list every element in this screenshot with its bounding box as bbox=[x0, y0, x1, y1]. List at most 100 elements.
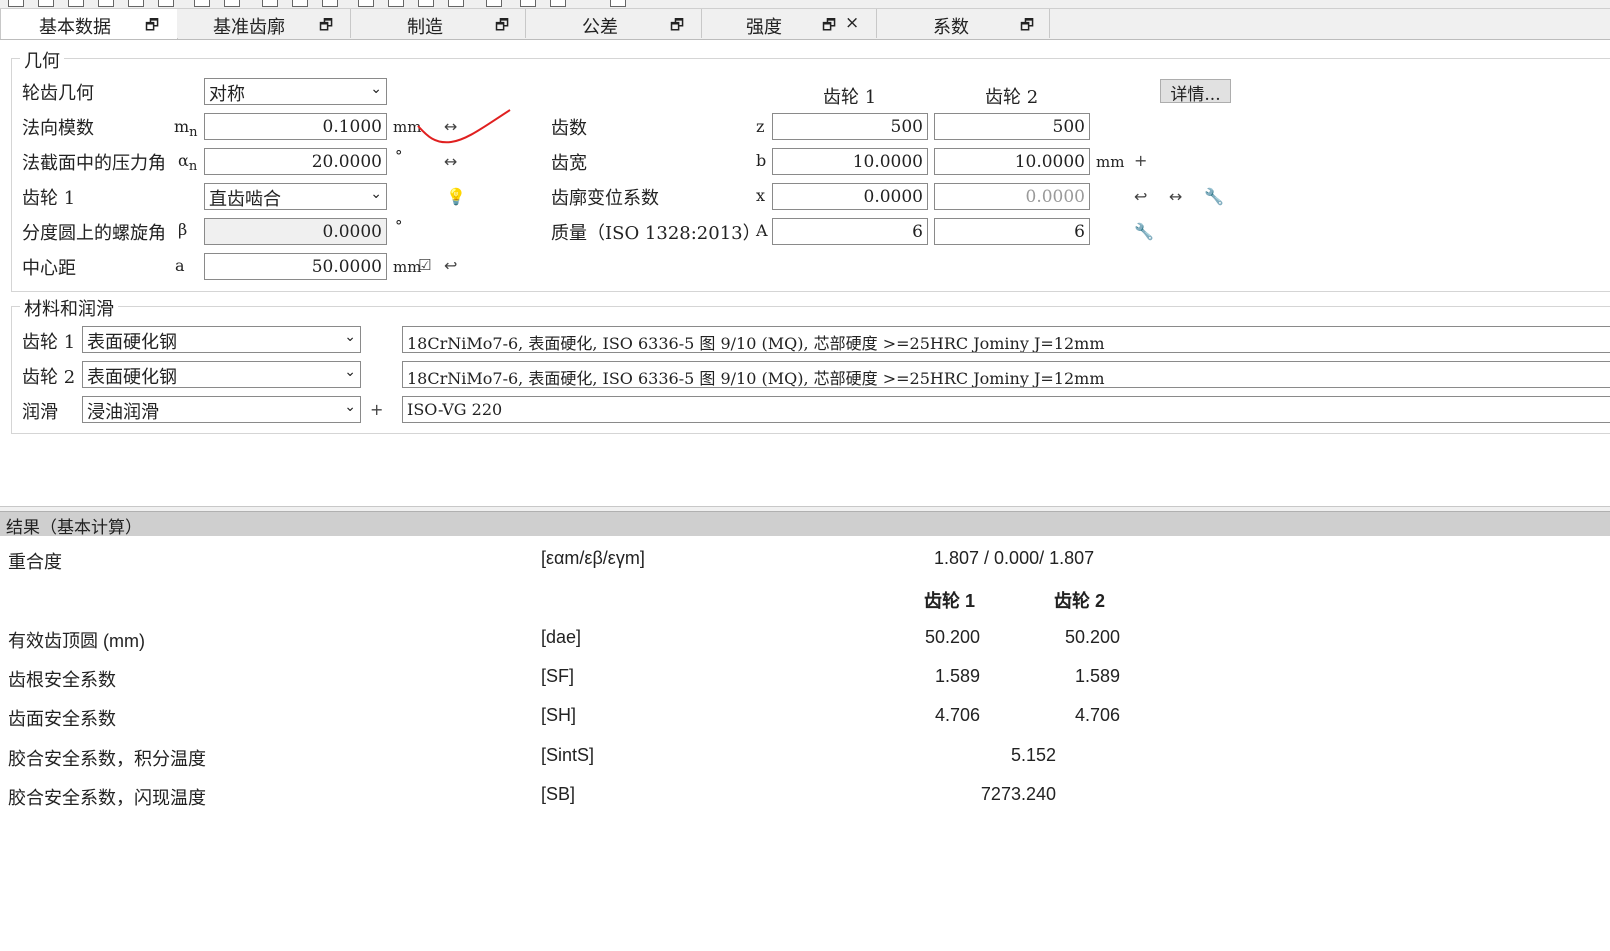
results-header: 结果（基本计算） bbox=[0, 511, 1610, 538]
quality-symbol: A bbox=[756, 221, 768, 240]
face-width-gear2-input[interactable]: 10.0000 bbox=[934, 148, 1090, 175]
annotation-path bbox=[417, 109, 511, 144]
toolbar-button[interactable] bbox=[68, 0, 84, 7]
restore-icon[interactable]: 🗗 bbox=[1020, 15, 1034, 40]
lubricant-field[interactable]: ISO-VG 220 bbox=[402, 396, 1610, 423]
tab-tolerances[interactable]: 公差 🗗 bbox=[526, 9, 702, 38]
lubrication-label: 润滑 bbox=[22, 402, 58, 423]
tooth-geometry-value: 对称 bbox=[209, 84, 245, 105]
quality-label: 质量（ISO 1328:2013） bbox=[551, 223, 761, 244]
tab-strength[interactable]: 强度 🗗 × bbox=[702, 9, 877, 38]
toolbar-button[interactable] bbox=[38, 0, 54, 7]
checkbox-icon[interactable]: ☑ bbox=[418, 256, 431, 274]
tooth-geometry-select[interactable]: 对称 ⌄ bbox=[204, 78, 387, 105]
helix-angle-input[interactable]: 0.0000 bbox=[204, 218, 387, 245]
root-safety-gear1: 1.589 bbox=[934, 666, 980, 686]
scuffing-flash-label: 胶合安全系数，闪现温度 bbox=[8, 788, 206, 808]
toolbar-button[interactable] bbox=[550, 0, 566, 7]
quality-gear1-input[interactable]: 6 bbox=[772, 218, 928, 245]
wrench-icon[interactable]: 🔧 bbox=[1134, 222, 1154, 241]
toolbar-button[interactable] bbox=[262, 0, 278, 7]
teeth-count-symbol: z bbox=[756, 117, 765, 136]
teeth-gear1-input[interactable]: 500 bbox=[772, 113, 928, 140]
gear1-mesh-select[interactable]: 直齿啮合 ⌄ bbox=[204, 183, 387, 210]
toolbar-button[interactable] bbox=[322, 0, 338, 7]
toolbar-button[interactable] bbox=[388, 0, 404, 7]
profile-shift-gear1-input[interactable]: 0.0000 bbox=[772, 183, 928, 210]
profile-shift-gear2-input[interactable]: 0.0000 bbox=[934, 183, 1090, 210]
chevron-down-icon: ⌄ bbox=[344, 364, 356, 380]
normal-module-label: 法向模数 bbox=[22, 118, 94, 139]
toolbar-button[interactable] bbox=[610, 0, 626, 7]
quality-gear2-input[interactable]: 6 bbox=[934, 218, 1090, 245]
face-width-label: 齿宽 bbox=[551, 153, 587, 174]
toolbar-button[interactable] bbox=[520, 0, 536, 7]
toolbar-button[interactable] bbox=[448, 0, 464, 7]
pressure-angle-symbol: αn bbox=[178, 151, 198, 175]
chevron-down-icon: ⌄ bbox=[344, 329, 356, 345]
toolbar-button[interactable] bbox=[292, 0, 308, 7]
toolbar-button[interactable] bbox=[418, 0, 434, 7]
tip-diameter-label: 有效齿顶圆 (mm) bbox=[8, 631, 145, 651]
restore-icon[interactable]: 🗗 bbox=[495, 15, 509, 40]
scuffing-integral-label: 胶合安全系数，积分温度 bbox=[8, 749, 206, 769]
profile-shift-label: 齿廓变位系数 bbox=[551, 188, 659, 209]
plus-icon[interactable]: + bbox=[370, 400, 383, 419]
material-gear1-type-select[interactable]: 表面硬化钢 ⌄ bbox=[82, 326, 361, 353]
face-width-gear1-input[interactable]: 10.0000 bbox=[772, 148, 928, 175]
swap-arrows-icon[interactable]: ↔ bbox=[1169, 187, 1182, 206]
root-safety-symbol: [SF] bbox=[541, 666, 575, 686]
plus-icon[interactable]: + bbox=[1134, 151, 1147, 170]
normal-module-input[interactable]: 0.1000 bbox=[204, 113, 387, 140]
root-safety-gear2: 1.589 bbox=[1074, 666, 1120, 686]
material-gear1-spec-field[interactable]: 18CrNiMo7-6, 表面硬化, ISO 6336-5 图 9/10 (MQ… bbox=[402, 326, 1610, 353]
toolbar-button[interactable] bbox=[8, 0, 24, 7]
gear1-mesh-value: 直齿啮合 bbox=[209, 189, 281, 210]
profile-shift-symbol: x bbox=[756, 186, 766, 205]
details-button[interactable]: 详情... bbox=[1160, 79, 1231, 105]
restore-icon[interactable]: 🗗 bbox=[822, 15, 836, 40]
toolbar-button[interactable] bbox=[128, 0, 144, 7]
toolbar-button[interactable] bbox=[486, 0, 502, 7]
tab-label: 基本数据 bbox=[39, 17, 111, 38]
results-panel: 重合度 [εαm/εβ/εγm] 1.807 / 0.000/ 1.807 齿轮… bbox=[0, 536, 1610, 951]
tab-basic-data[interactable]: 基本数据 🗗 bbox=[0, 9, 178, 39]
scuffing-flash-symbol: [SB] bbox=[541, 784, 576, 804]
lightbulb-icon[interactable]: 💡 bbox=[446, 187, 466, 206]
toolbar-button[interactable] bbox=[194, 0, 210, 7]
close-icon[interactable]: × bbox=[845, 13, 859, 33]
tab-label: 系数 bbox=[933, 17, 969, 38]
center-distance-symbol: a bbox=[175, 256, 185, 275]
teeth-gear2-input[interactable]: 500 bbox=[934, 113, 1090, 140]
lubrication-type-select[interactable]: 浸油润滑 ⌄ bbox=[82, 396, 361, 423]
helix-angle-label: 分度圆上的螺旋角 bbox=[22, 223, 166, 244]
annotation-stroke bbox=[417, 109, 511, 144]
restore-icon[interactable]: 🗗 bbox=[670, 15, 684, 40]
toolbar-button[interactable] bbox=[158, 0, 174, 7]
tip-diameter-gear2: 50.200 bbox=[1064, 627, 1120, 647]
material-gear2-type-select[interactable]: 表面硬化钢 ⌄ bbox=[82, 361, 361, 388]
swap-arrows-icon[interactable]: ↔ bbox=[444, 152, 457, 171]
material-gear2-spec-field[interactable]: 18CrNiMo7-6, 表面硬化, ISO 6336-5 图 9/10 (MQ… bbox=[402, 361, 1610, 388]
tab-factors[interactable]: 系数 🗗 bbox=[877, 9, 1050, 38]
center-distance-input[interactable]: 50.0000 bbox=[204, 253, 387, 280]
tab-reference-profile[interactable]: 基准齿廓 🗗 bbox=[177, 9, 351, 38]
return-arrow-icon[interactable]: ↩ bbox=[444, 256, 457, 275]
material-gear1-type-value: 表面硬化钢 bbox=[87, 332, 177, 353]
tooth-geometry-label: 轮齿几何 bbox=[22, 83, 94, 104]
toolbar-button[interactable] bbox=[224, 0, 240, 7]
return-arrow-icon[interactable]: ↩ bbox=[1134, 187, 1147, 206]
pressure-angle-input[interactable]: 20.0000 bbox=[204, 148, 387, 175]
toolbar-button[interactable] bbox=[358, 0, 374, 7]
results-header-title: 结果（基本计算） bbox=[6, 518, 142, 538]
toolbar-button[interactable] bbox=[98, 0, 114, 7]
restore-icon[interactable]: 🗗 bbox=[145, 15, 159, 40]
tab-manufacturing[interactable]: 制造 🗗 bbox=[351, 9, 526, 38]
tab-bar: 基本数据 🗗 基准齿廓 🗗 制造 🗗 公差 🗗 强度 🗗 × 系数 🗗 bbox=[0, 9, 1610, 40]
restore-icon[interactable]: 🗗 bbox=[319, 15, 333, 40]
scuffing-integral-value: 5.152 bbox=[1010, 745, 1056, 765]
results-col-gear2: 齿轮 2 bbox=[1054, 591, 1106, 611]
materials-group-title: 材料和润滑 bbox=[20, 295, 118, 321]
wrench-icon[interactable]: 🔧 bbox=[1204, 187, 1224, 206]
flank-safety-gear2: 4.706 bbox=[1074, 705, 1120, 725]
